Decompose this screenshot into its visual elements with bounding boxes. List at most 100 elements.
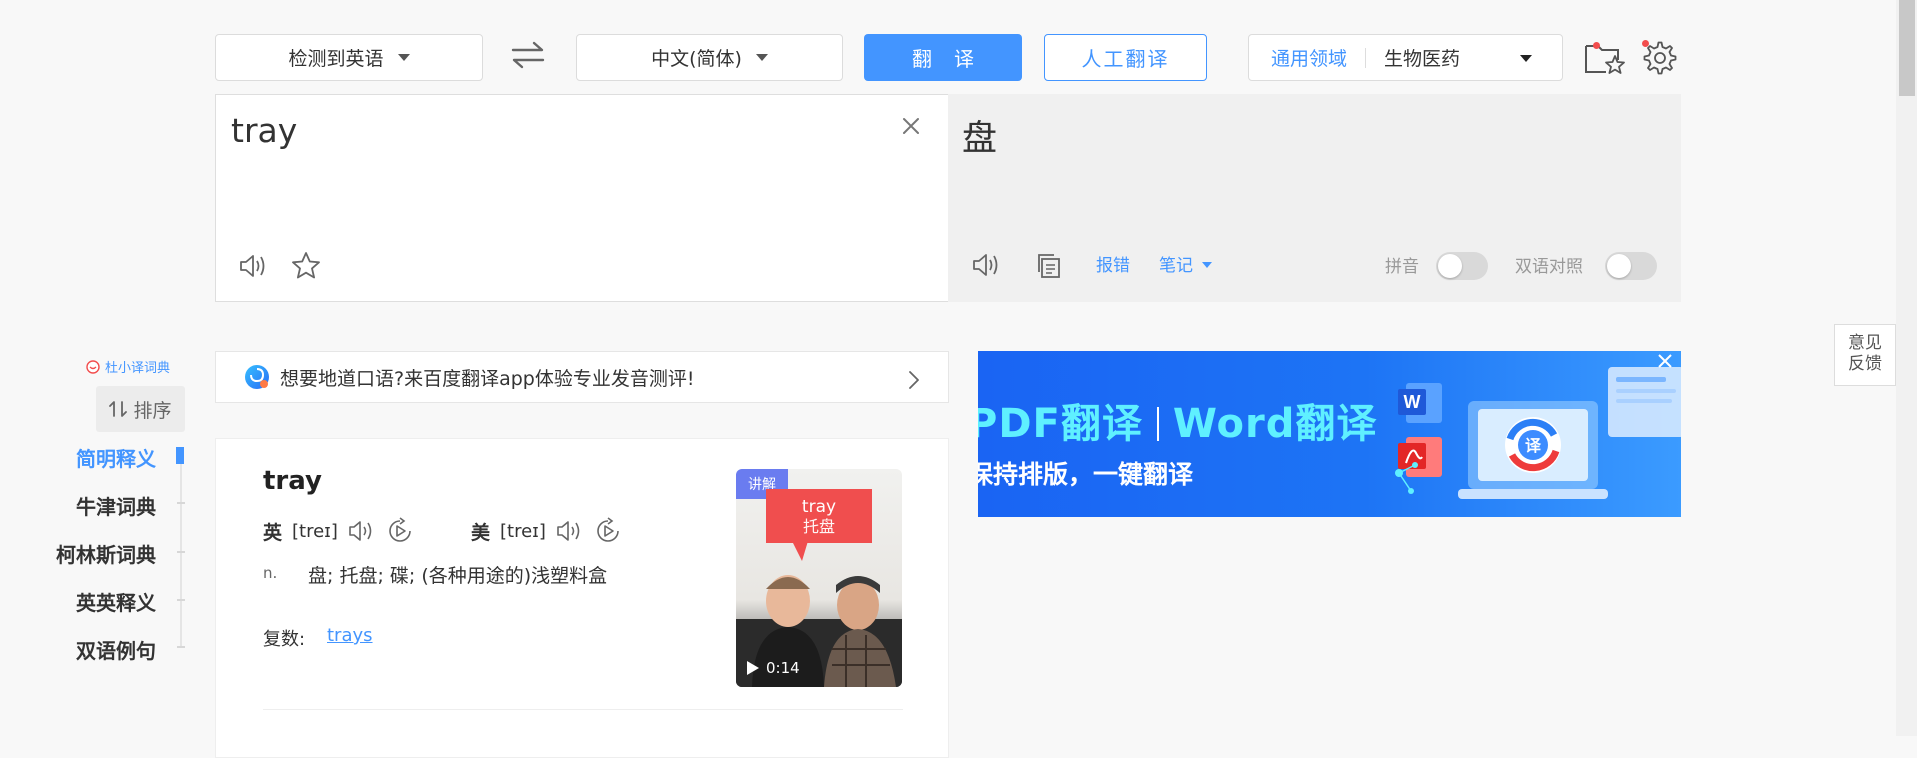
swap-languages-icon[interactable] bbox=[510, 40, 546, 70]
video-duration: 0:14 bbox=[746, 659, 800, 677]
word-doc-icon: W bbox=[1398, 381, 1444, 425]
nav-tick bbox=[177, 551, 185, 553]
notification-dot bbox=[1593, 42, 1600, 49]
part-of-speech: n. bbox=[263, 564, 278, 582]
bubble-tail bbox=[792, 541, 808, 561]
pinyin-toggle[interactable] bbox=[1436, 252, 1488, 280]
ad-divider bbox=[1156, 407, 1159, 441]
domain-general-label: 通用领域 bbox=[1271, 48, 1348, 70]
speaker-icon[interactable] bbox=[971, 251, 1003, 279]
video-caption-bubble: tray 托盘 bbox=[766, 489, 872, 543]
bilingual-toggle[interactable] bbox=[1605, 252, 1657, 280]
headword: tray bbox=[263, 466, 322, 496]
source-language-select[interactable]: 检测到英语 bbox=[215, 34, 483, 81]
dictionary-card: tray 英 [treɪ] 美 [treɪ] n. 盘; 托盘; 碟; (各种用… bbox=[215, 438, 949, 758]
promo-text: 想要地道口语?来百度翻译app体验专业发音测评! bbox=[280, 367, 695, 390]
domain-value: 生物医药 bbox=[1384, 48, 1461, 70]
us-label: 美 bbox=[471, 521, 491, 544]
ad-headline-pdf: PDF翻译 bbox=[978, 401, 1143, 447]
ad-subline: 保持排版，一键翻译 bbox=[978, 460, 1194, 489]
uk-replay-icon[interactable] bbox=[386, 517, 414, 545]
definition: 盘; 托盘; 碟; (各种用途的)浅塑料盒 bbox=[308, 565, 608, 587]
card-divider bbox=[263, 709, 903, 710]
gear-icon[interactable] bbox=[1643, 41, 1677, 75]
toggle-knob bbox=[1607, 254, 1631, 278]
copy-icon[interactable] bbox=[1035, 252, 1063, 280]
translate-button[interactable]: 翻译 bbox=[864, 34, 1022, 81]
us-replay-icon[interactable] bbox=[594, 517, 622, 545]
uk-speaker-icon[interactable] bbox=[348, 519, 376, 543]
network-dots-icon bbox=[1393, 459, 1433, 499]
video-duration-text: 0:14 bbox=[766, 659, 800, 677]
favorites-folder-icon[interactable] bbox=[1584, 40, 1626, 76]
source-text-area[interactable]: tray bbox=[215, 94, 949, 302]
document-illustration bbox=[1598, 361, 1681, 441]
chevron-down-icon bbox=[1202, 262, 1213, 268]
plural-link[interactable]: trays bbox=[327, 625, 373, 646]
dictionary-brand: 杜小译词典 bbox=[86, 357, 170, 376]
target-language-label: 中文(简体) bbox=[651, 48, 742, 70]
sort-button[interactable]: 排序 bbox=[96, 386, 185, 432]
video-caption-zh: 托盘 bbox=[802, 517, 835, 536]
us-speaker-icon[interactable] bbox=[556, 519, 584, 543]
ad-headline-word: Word翻译 bbox=[1172, 401, 1378, 447]
feedback-button[interactable]: 意见 反馈 bbox=[1834, 324, 1896, 386]
speaker-icon[interactable] bbox=[238, 252, 270, 280]
nav-item-bilingual-examples[interactable]: 双语例句 bbox=[76, 635, 156, 664]
source-language-label: 检测到英语 bbox=[288, 48, 384, 70]
play-icon bbox=[747, 661, 759, 675]
chevron-down-icon bbox=[755, 54, 768, 61]
nav-active-indicator bbox=[176, 447, 184, 464]
uk-pronunciation: 英 [treɪ] bbox=[263, 517, 414, 545]
nav-item-collins[interactable]: 柯林斯词典 bbox=[56, 539, 156, 568]
page-scrollbar-thumb[interactable] bbox=[1899, 0, 1915, 96]
feedback-line1: 意见 bbox=[1848, 333, 1882, 353]
notes-label: 笔记 bbox=[1159, 256, 1193, 276]
dictionary-brand-label: 杜小译词典 bbox=[105, 361, 171, 376]
nav-tick bbox=[177, 646, 185, 648]
svg-text:W: W bbox=[1404, 392, 1421, 412]
clear-icon[interactable] bbox=[902, 117, 920, 135]
laptop-illustration: 译 bbox=[1458, 399, 1608, 509]
pinyin-label: 拼音 bbox=[1385, 257, 1419, 277]
nav-tick bbox=[177, 502, 185, 504]
sort-label: 排序 bbox=[133, 399, 172, 422]
ad-badge-text: 译 bbox=[1525, 436, 1542, 455]
uk-label: 英 bbox=[263, 521, 283, 544]
translation-result-panel: 盘 报错 笔记 拼音 双语对照 bbox=[948, 94, 1681, 302]
ad-banner[interactable]: PDF翻译 Word翻译 保持排版，一键翻译 W 译 bbox=[978, 351, 1681, 517]
ad-close-icon[interactable] bbox=[1657, 353, 1673, 369]
plural-label: 复数: bbox=[263, 629, 306, 650]
settings-notification-dot bbox=[1642, 40, 1649, 47]
source-text[interactable]: tray bbox=[231, 111, 297, 150]
uk-phonetic: [treɪ] bbox=[292, 520, 338, 542]
app-icon bbox=[244, 364, 270, 390]
report-error-link[interactable]: 报错 bbox=[1096, 251, 1130, 276]
human-translate-button[interactable]: 人工翻译 bbox=[1044, 34, 1207, 81]
page-scrollbar-track[interactable] bbox=[1896, 0, 1917, 736]
nav-track bbox=[180, 447, 182, 647]
toggle-knob bbox=[1438, 254, 1462, 278]
nav-item-concise[interactable]: 简明释义 bbox=[76, 443, 156, 472]
star-icon[interactable] bbox=[291, 251, 321, 281]
nav-tick bbox=[177, 599, 185, 601]
domain-select[interactable]: 通用领域 生物医药 bbox=[1248, 34, 1563, 81]
translation-text: 盘 bbox=[962, 119, 998, 159]
ad-headline: PDF翻译 Word翻译 bbox=[978, 391, 1377, 449]
video-caption-en: tray bbox=[801, 497, 837, 517]
bilingual-label: 双语对照 bbox=[1515, 257, 1583, 277]
domain-separator bbox=[1365, 47, 1367, 68]
app-promo-banner[interactable]: 想要地道口语?来百度翻译app体验专业发音测评! bbox=[215, 351, 949, 403]
explanation-video[interactable]: 讲解 tray 托盘 0:14 bbox=[736, 469, 902, 687]
sort-icon bbox=[109, 401, 128, 417]
chevron-right-icon bbox=[908, 370, 920, 390]
nav-item-oxford[interactable]: 牛津词典 bbox=[76, 491, 156, 520]
us-phonetic: [treɪ] bbox=[500, 520, 546, 542]
chevron-down-icon bbox=[1520, 55, 1532, 62]
nav-item-english-english[interactable]: 英英释义 bbox=[76, 587, 156, 616]
brand-logo-icon bbox=[86, 359, 100, 374]
us-pronunciation: 美 [treɪ] bbox=[471, 517, 622, 545]
notes-dropdown[interactable]: 笔记 bbox=[1159, 251, 1213, 276]
target-language-select[interactable]: 中文(简体) bbox=[576, 34, 843, 81]
chevron-down-icon bbox=[397, 54, 410, 61]
